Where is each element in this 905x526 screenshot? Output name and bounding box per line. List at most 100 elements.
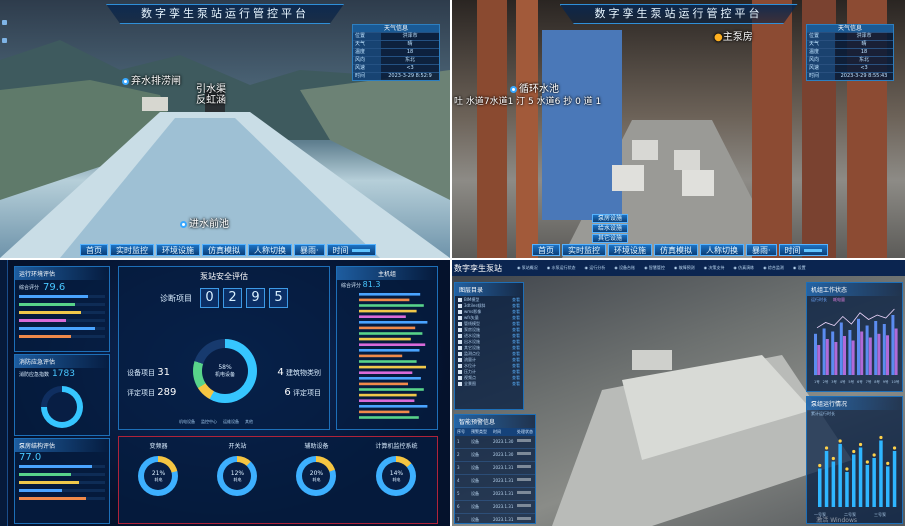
point-mark [892,446,897,450]
nav-sim[interactable]: 仿真模拟 [654,244,698,256]
view-link[interactable]: 查看 [512,381,520,387]
main-unit-panel: 主机组 综合评分 81.3 [336,266,438,430]
bar-mark [874,321,878,375]
tick-label: 1号 [814,379,820,384]
menu-item[interactable]: ◉ 设备台账 [614,265,635,271]
checkbox-icon[interactable] [458,334,462,338]
nav-time[interactable]: 时间 [778,244,828,256]
location-icon [180,220,187,228]
tick-label: 10号 [891,379,899,384]
table-row[interactable]: 3 设备 2023.1.31 [455,462,535,475]
location-pin-icon: ● [714,32,723,43]
bottom-nav: 首页 实时监控 环境设施 仿真模拟 人称切换 暴雨· 时间 [80,244,376,256]
nav-env[interactable]: 环境设施 [608,244,652,256]
checkbox-icon[interactable] [458,316,462,320]
rate-value: 6 [284,387,291,398]
weather-panel: 天气信息 位置 洪泽市 天气晴 温度 18 风向 东北 风速 <3 时间 2023-3-2… [352,24,440,81]
bar-mark [359,399,415,402]
tree-item[interactable]: 全景图 查看 [458,381,520,387]
table-row[interactable]: 2 设备 2023.1.30 [455,449,535,462]
table-row[interactable]: 4 设备 2023.1.31 [455,475,535,488]
checkbox-icon[interactable] [458,346,462,350]
btn-other-facility[interactable]: 其它设施 [592,234,629,243]
menu-item[interactable]: ◉ 仿真演练 [733,265,754,271]
bar-mark [882,324,886,375]
checkbox-icon[interactable] [458,328,462,332]
subsystem-item: 计算机监控系统 14% 耗电 [375,441,417,502]
env-score-label: 综合评分 [19,285,40,291]
table-row[interactable]: 1 设备 2023.1.30 [455,436,535,449]
menu-item[interactable]: ◉ 智慧管控 [644,265,665,271]
tick-label: 三号泵 [874,511,886,517]
windows-watermark: 激活 Windows [816,517,857,524]
bar-mark [848,330,852,375]
series-line [816,308,895,329]
menu-item[interactable]: ◉ 决策支持 [704,265,725,271]
btn-water-supply[interactable]: 给水设施 [592,224,629,233]
btn-pump-facility[interactable]: 泵房设施 [592,214,629,223]
bar-mark [814,333,817,376]
bar-mark [886,466,890,507]
checkbox-icon[interactable] [458,298,462,302]
env-bar [19,303,105,306]
checkbox-icon[interactable] [458,310,462,314]
bar-mark [834,342,838,375]
checkbox-icon[interactable] [458,340,462,344]
build-value: 4 [277,367,284,378]
nav-home[interactable]: 首页 [532,244,560,256]
nav-home[interactable]: 首页 [80,244,108,256]
checkbox-icon[interactable] [458,370,462,374]
bar-mark [359,309,417,313]
marker-circulation-pool[interactable]: 循环水池 [510,80,559,95]
tick-label: 5号 [848,379,854,384]
checkbox-icon[interactable] [458,304,462,308]
menu-item[interactable]: ◉ 综合监测 [763,265,784,271]
checkbox-icon[interactable] [458,322,462,326]
status-placeholder [517,478,531,481]
nav-sim[interactable]: 仿真模拟 [202,244,246,256]
checkbox-icon[interactable] [458,382,462,386]
marker-main-pump[interactable]: ●主泵房 [714,28,753,43]
menu-item[interactable]: ◉ 水泵运行状态 [547,265,576,271]
checkbox-icon[interactable] [458,364,462,368]
nav-view-switch[interactable]: 人称切换 [700,244,744,256]
table-row[interactable]: 5 设备 2023.1.31 [455,488,535,501]
menu-item[interactable]: ◉ 运行分析 [585,265,606,271]
pump-run-chart: 一号泵 二号泵 三号泵 [814,435,897,517]
diag-digit: 0 [200,288,219,308]
weather-header: 天气信息 [807,25,893,32]
bar-mark [359,321,428,324]
structure-bar [19,481,105,484]
menu-item[interactable]: ◉ 泵站概况 [517,265,538,271]
env-bar [19,327,105,330]
nav-realtime[interactable]: 实时监控 [110,244,154,256]
nav-realtime[interactable]: 实时监控 [562,244,606,256]
marker-inlet[interactable]: 引水渠 反虹涵 [196,84,226,106]
status-placeholder [517,452,531,455]
weather-row: 风速 <3 [807,64,893,72]
bar-mark [359,337,411,341]
nav-view-switch[interactable]: 人称切换 [248,244,292,256]
bar-mark [824,451,829,507]
marker-forebay[interactable]: 进水前池 [180,215,229,230]
table-row[interactable]: 6 设备 2023.1.31 [455,501,535,514]
defense-value: 1783 [52,369,75,379]
bar-mark [359,354,403,358]
marker-spillway[interactable]: 弃水排涝闸 [122,72,181,87]
checkbox-icon[interactable] [458,376,462,380]
point-mark [824,446,829,450]
nav-storm[interactable]: 暴雨· [746,244,777,256]
table-row[interactable]: 7 设备 2023.1.31 [455,514,535,526]
checkbox-icon[interactable] [458,352,462,356]
menu-item[interactable]: ◉ 故障预测 [674,265,695,271]
nav-time[interactable]: 时间 [326,244,376,256]
bar-mark [817,345,821,375]
nav-storm[interactable]: 暴雨· [294,244,325,256]
bottom-nav: 首页 实时监控 环境设施 仿真模拟 人称切换 暴雨· 时间 [532,244,828,256]
bar-mark [359,377,421,380]
marker-water-channels[interactable]: 吐 水道7水道1 汀 5 水道6 抄 0 道 1 [454,94,601,107]
nav-env[interactable]: 环境设施 [156,244,200,256]
menu-item[interactable]: ◉ 设置 [793,265,806,271]
checkbox-icon[interactable] [458,358,462,362]
env-eval-title: 运行环境评估 [15,267,109,280]
